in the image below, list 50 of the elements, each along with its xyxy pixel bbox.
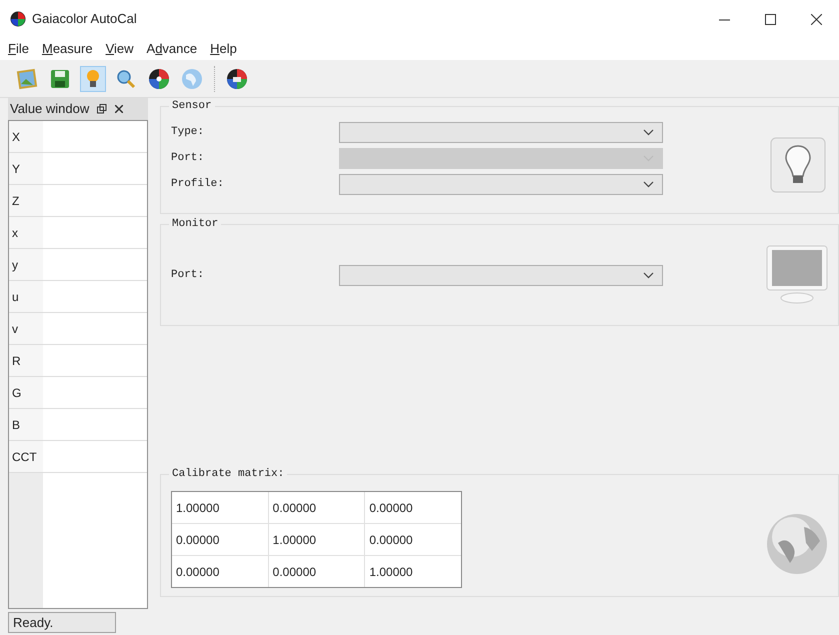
save-icon <box>49 68 71 90</box>
menu-item[interactable]: Measure <box>38 39 96 59</box>
chevron-icon <box>643 180 654 188</box>
table-cell-text: 1.00000 <box>368 564 414 580</box>
row-header: CCT <box>9 441 43 472</box>
monitor-icon <box>766 245 828 305</box>
float-icon[interactable] <box>97 104 108 114</box>
row-header: u <box>9 281 43 312</box>
table-cell: 1.00000 <box>268 524 366 555</box>
field-label: Port: <box>171 150 206 166</box>
window-title: Gaiacolor AutoCal <box>32 10 137 28</box>
field-label: Profile: <box>171 176 225 192</box>
row-header: G <box>9 377 43 408</box>
table-cell: 0.00000 <box>268 492 366 523</box>
maximize-icon <box>764 14 776 24</box>
menu-item[interactable]: File <box>5 39 32 59</box>
panel-title: Value window <box>10 100 90 118</box>
row-header: v <box>9 313 43 344</box>
close-icon[interactable] <box>115 105 124 113</box>
row-header: Z <box>9 185 43 216</box>
status-text: Ready. <box>8 612 116 632</box>
row-header: B <box>9 409 43 440</box>
app-logo-icon <box>10 11 26 27</box>
row-header: X <box>9 121 43 152</box>
table-cell: 0.00000 <box>268 556 366 587</box>
globe-icon <box>766 512 828 574</box>
menu-item[interactable]: Help <box>207 39 240 59</box>
chevron-icon <box>643 272 654 278</box>
color-wheel-icon <box>148 68 170 90</box>
menu-item[interactable]: View <box>102 39 137 59</box>
field-label: Type: <box>171 124 206 140</box>
field-label: Port: <box>171 268 206 283</box>
table-cell: 1.00000 <box>172 492 269 523</box>
row-header: x <box>9 217 43 248</box>
chevron-icon <box>643 128 654 136</box>
table-cell-text: 0.00000 <box>368 532 414 548</box>
row-header: y <box>9 249 43 280</box>
menu-item[interactable]: Advance <box>144 39 200 59</box>
globe-icon <box>181 68 203 90</box>
row-header: R <box>9 345 43 376</box>
magnifier-icon <box>115 68 137 90</box>
table-cell-text: 0.00000 <box>368 500 414 516</box>
table-cell: 0.00000 <box>172 556 269 587</box>
close-icon <box>810 14 822 24</box>
bulb-tool[interactable] <box>80 66 106 92</box>
calibrate-icon <box>226 68 248 90</box>
picture-icon <box>16 68 38 90</box>
lightbulb-icon <box>770 137 826 193</box>
table-cell: 0.00000 <box>172 524 269 555</box>
row-header: Y <box>9 153 43 184</box>
